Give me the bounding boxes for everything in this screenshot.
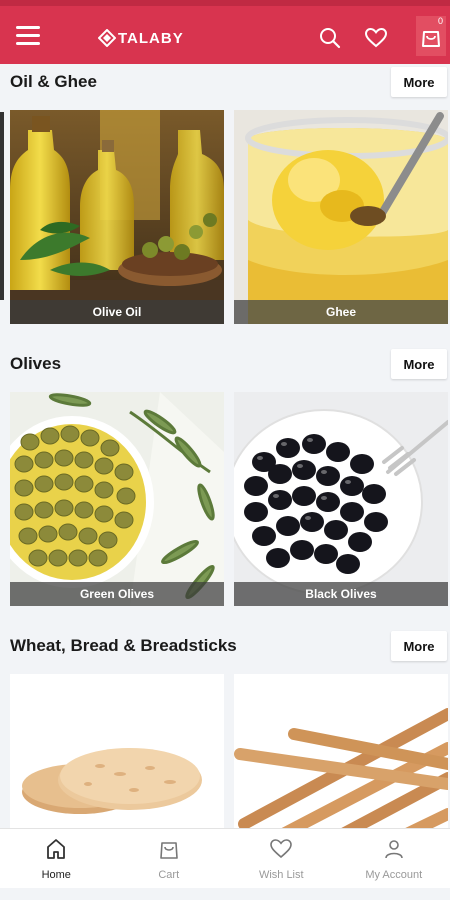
nav-wishlist[interactable]: Wish List	[225, 829, 338, 888]
category-tile-breadsticks[interactable]	[234, 674, 448, 828]
olive-oil-image	[10, 110, 224, 324]
nav-cart-label: Cart	[158, 869, 180, 881]
menu-icon[interactable]	[16, 26, 40, 46]
carousel-edge	[0, 112, 4, 300]
category-label: Ghee	[234, 300, 448, 324]
user-icon	[384, 840, 403, 859]
pita-bread-image	[10, 674, 224, 828]
cart-count-badge: 0	[438, 16, 444, 26]
category-tile-bread[interactable]	[10, 674, 224, 828]
section-title-wheat-bread: Wheat, Bread & Breadsticks	[10, 636, 237, 655]
green-olives-image	[10, 392, 224, 606]
nav-account[interactable]: My Account	[338, 829, 450, 888]
heart-icon	[270, 839, 293, 859]
nav-home-label: Home	[41, 869, 71, 881]
nav-wishlist-label: Wish List	[258, 869, 304, 881]
top-app-bar: TALABY 0	[0, 0, 450, 64]
brand-name: TALABY	[118, 29, 184, 47]
nav-cart[interactable]: Cart	[113, 829, 226, 888]
category-tile-green-olives[interactable]: Green Olives	[10, 392, 224, 606]
nav-home[interactable]: Home	[0, 829, 113, 888]
section-title-oil-ghee: Oil & Ghee	[10, 72, 97, 91]
more-button-oil-ghee[interactable]: More	[391, 67, 447, 97]
category-tile-black-olives[interactable]: Black Olives	[234, 392, 448, 606]
category-label: Black Olives	[234, 582, 448, 606]
ghee-image	[234, 110, 448, 324]
home-icon	[47, 839, 66, 859]
more-button-wheat-bread[interactable]: More	[391, 631, 447, 661]
system-bottom-bar	[0, 888, 450, 900]
breadsticks-image	[234, 674, 448, 828]
category-label: Olive Oil	[10, 300, 224, 324]
cart-bag-icon	[422, 31, 440, 47]
more-button-olives[interactable]: More	[391, 349, 447, 379]
cart-icon	[159, 842, 178, 859]
search-icon[interactable]	[318, 26, 342, 50]
black-olives-image	[234, 392, 448, 606]
logo-mark-icon	[98, 29, 116, 47]
bottom-navigation: Home Cart Wish List My Account	[0, 828, 450, 888]
category-tile-olive-oil[interactable]: Olive Oil	[10, 110, 224, 324]
brand-logo[interactable]: TALABY	[98, 26, 184, 50]
wishlist-heart-icon[interactable]	[364, 26, 388, 50]
category-tile-ghee[interactable]: Ghee	[234, 110, 448, 324]
category-label: Green Olives	[10, 582, 224, 606]
section-title-olives: Olives	[10, 354, 62, 373]
nav-account-label: My Account	[365, 869, 423, 881]
